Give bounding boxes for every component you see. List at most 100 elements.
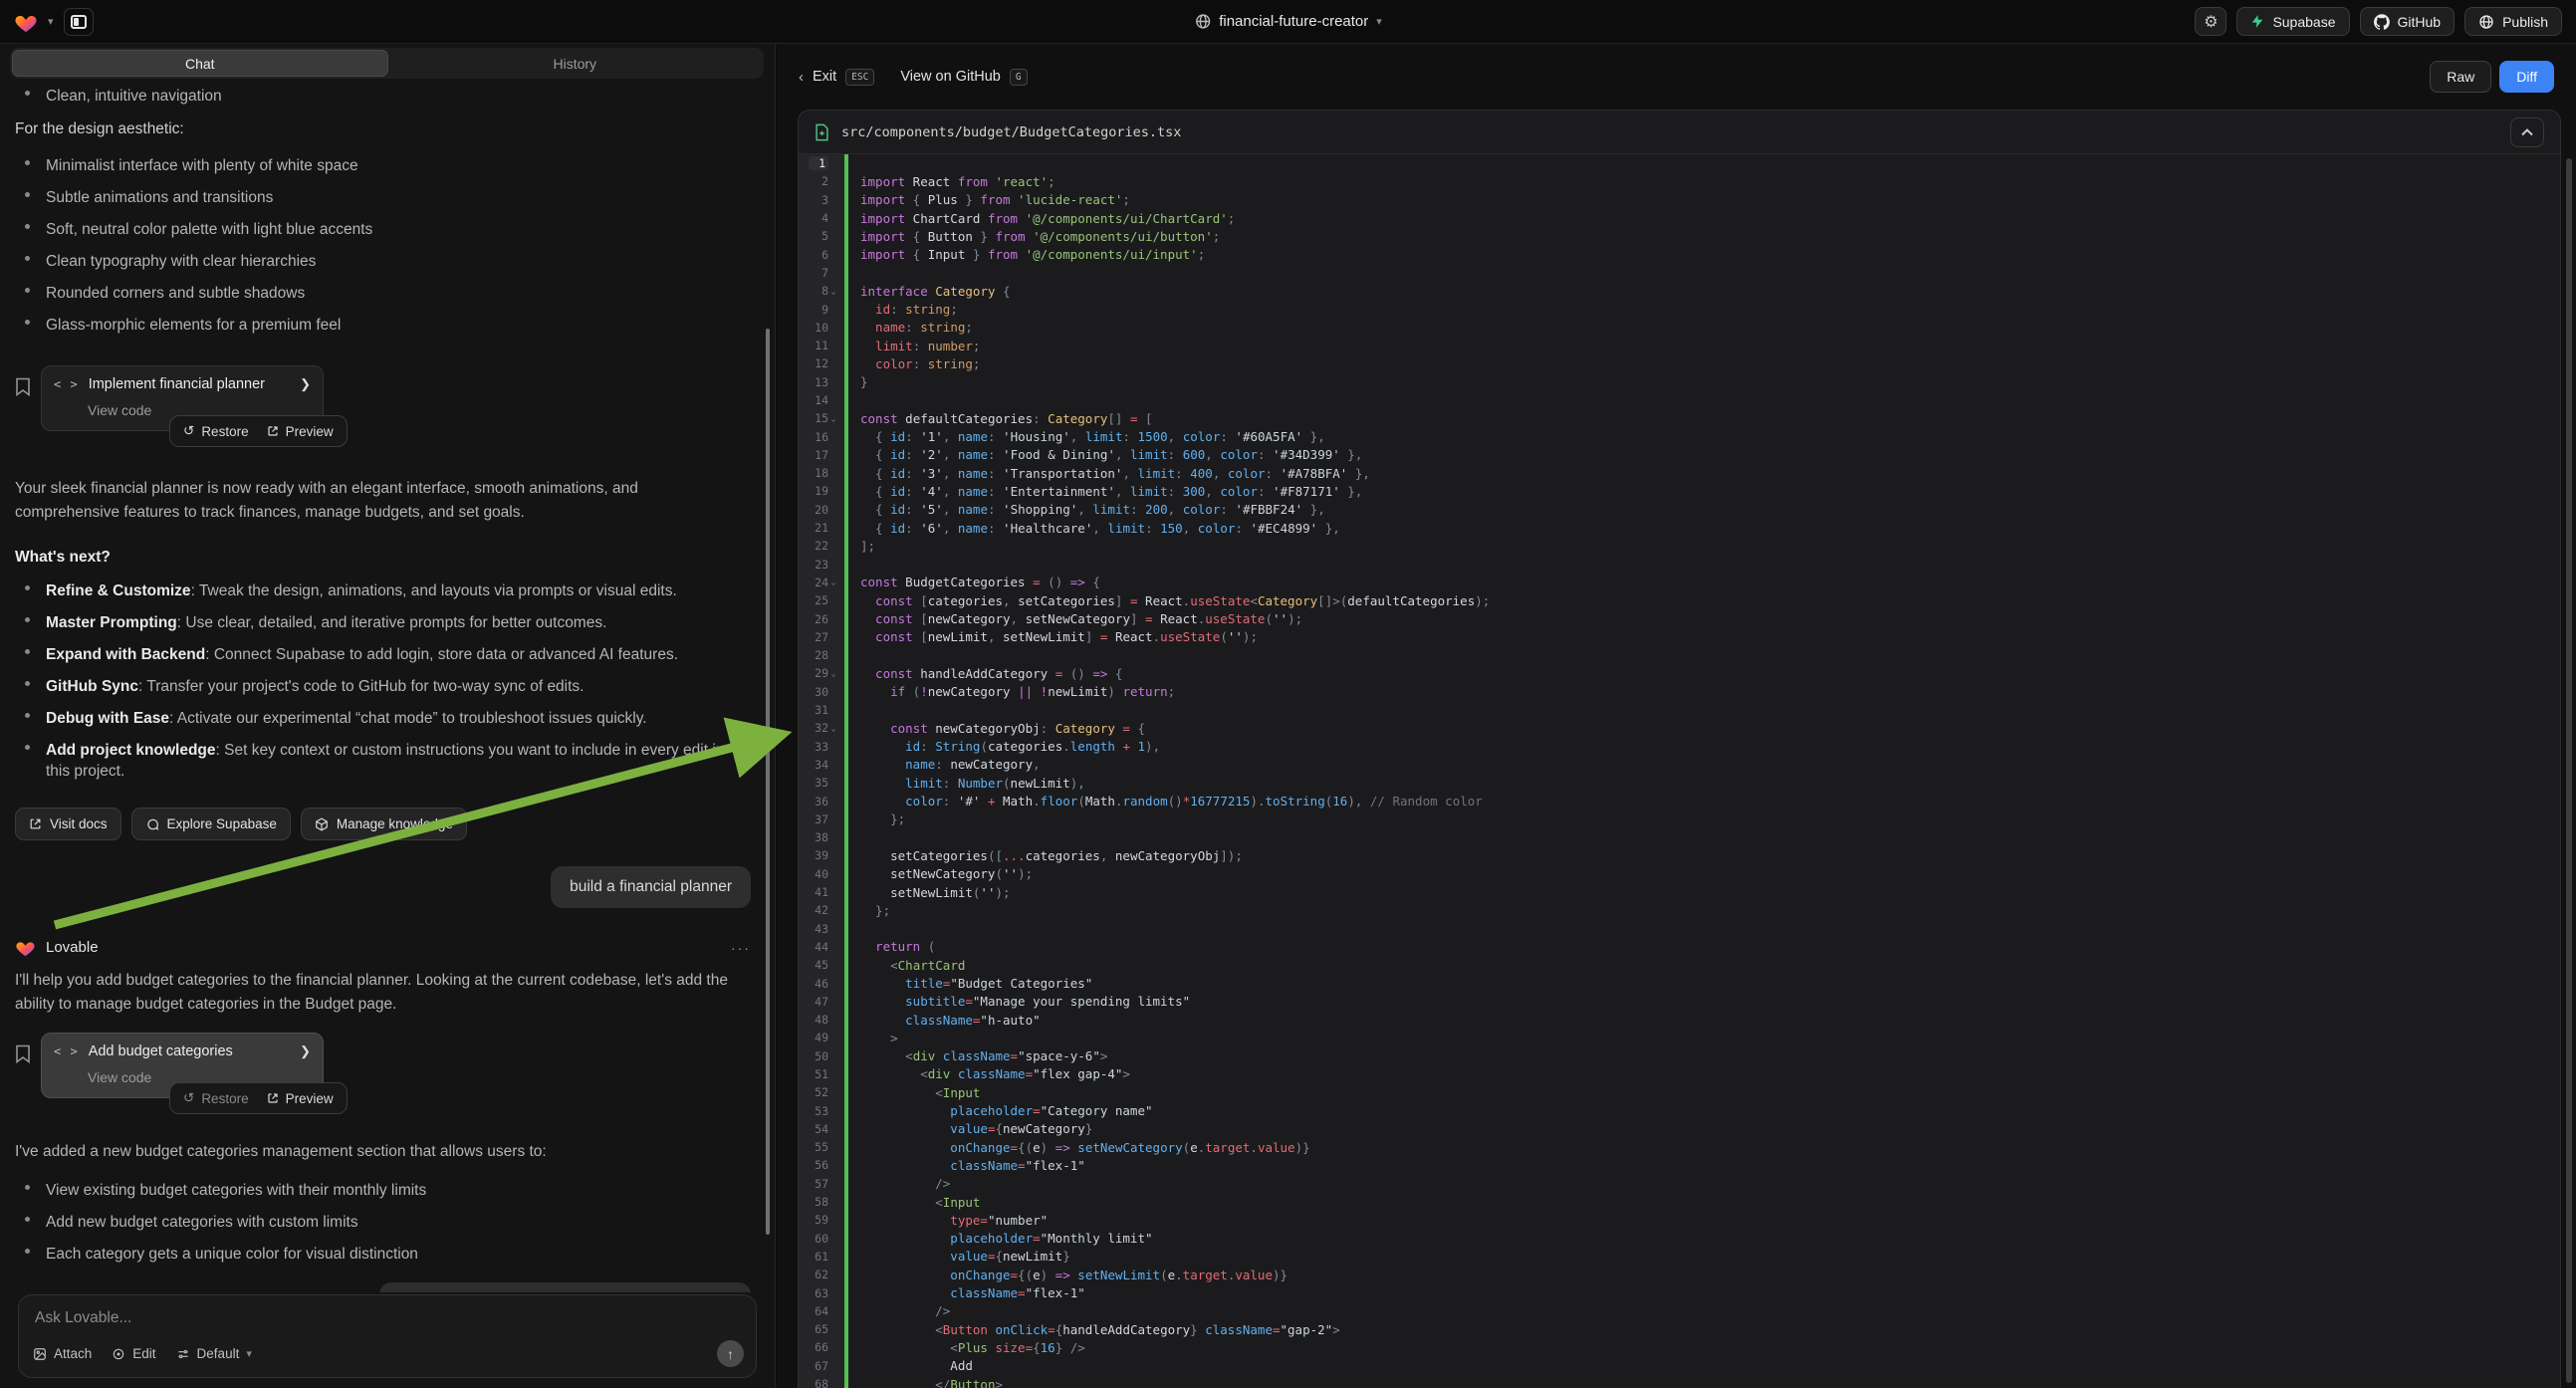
code-line[interactable]: 68 </Button>	[799, 1375, 2560, 1388]
code-line[interactable]: 39 setCategories([...categories, newCate…	[799, 846, 2560, 864]
project-switcher[interactable]: financial-future-creator ▾	[1194, 13, 1382, 30]
code-line[interactable]: 48 className="h-auto"	[799, 1011, 2560, 1029]
code-line[interactable]: 23	[799, 556, 2560, 574]
code-line[interactable]: 32⌄ const newCategoryObj: Category = {	[799, 719, 2560, 737]
github-button[interactable]: GitHub	[2360, 7, 2456, 36]
code-line[interactable]: 40 setNewCategory('');	[799, 865, 2560, 883]
code-line[interactable]: 9 id: string;	[799, 300, 2560, 318]
lovable-logo-heart-icon[interactable]	[14, 11, 38, 33]
code-line[interactable]: 27 const [newLimit, setNewLimit] = React…	[799, 628, 2560, 646]
code-editor-body[interactable]: 12import React from 'react';3import { Pl…	[799, 154, 2560, 1388]
code-line[interactable]: 54 value={newCategory}	[799, 1120, 2560, 1138]
sidebar-toggle-button[interactable]	[64, 8, 94, 36]
code-line[interactable]: 57 />	[799, 1175, 2560, 1193]
code-line[interactable]: 10 name: string;	[799, 319, 2560, 337]
chat-scrollbar[interactable]	[766, 329, 770, 1235]
settings-button[interactable]: ⚙	[2195, 7, 2226, 36]
code-line[interactable]: 28	[799, 646, 2560, 664]
code-line[interactable]: 25 const [categories, setCategories] = R…	[799, 591, 2560, 609]
restore-button[interactable]: ↺Restore	[183, 423, 249, 439]
bookmark-icon[interactable]	[15, 377, 31, 396]
tab-history[interactable]: History	[388, 50, 763, 77]
raw-toggle-button[interactable]: Raw	[2430, 61, 2491, 93]
chat-message-list[interactable]: Clean, intuitive navigation For the desi…	[0, 44, 775, 1292]
code-line[interactable]: 41 setNewLimit('');	[799, 883, 2560, 901]
preview-button[interactable]: Preview	[267, 1091, 334, 1106]
code-line[interactable]: 36 color: '#' + Math.floor(Math.random()…	[799, 792, 2560, 810]
exit-button[interactable]: ‹ Exit ESC	[799, 69, 874, 86]
code-line[interactable]: 44 return (	[799, 938, 2560, 956]
code-line[interactable]: 63 className="flex-1"	[799, 1283, 2560, 1301]
model-selector[interactable]: Default ▾	[176, 1346, 252, 1361]
code-line[interactable]: 35 limit: Number(newLimit),	[799, 774, 2560, 792]
code-line[interactable]: 52 <Input	[799, 1083, 2560, 1101]
code-line[interactable]: 19 { id: '4', name: 'Entertainment', lim…	[799, 482, 2560, 500]
code-line[interactable]: 3import { Plus } from 'lucide-react';	[799, 191, 2560, 209]
view-on-github-button[interactable]: View on GitHub G	[900, 69, 1027, 86]
file-path-bar[interactable]: src/components/budget/BudgetCategories.t…	[799, 111, 2560, 154]
code-line[interactable]: 18 { id: '3', name: 'Transportation', li…	[799, 464, 2560, 482]
code-line[interactable]: 51 <div className="flex gap-4">	[799, 1065, 2560, 1083]
code-line[interactable]: 30 if (!newCategory || !newLimit) return…	[799, 683, 2560, 701]
logo-chevron-down-icon[interactable]: ▾	[48, 15, 54, 28]
code-line[interactable]: 43	[799, 919, 2560, 937]
code-line[interactable]: 33 id: String(categories.length + 1),	[799, 738, 2560, 756]
code-line[interactable]: 61 value={newLimit}	[799, 1248, 2560, 1266]
code-line[interactable]: 6import { Input } from '@/components/ui/…	[799, 245, 2560, 263]
code-line[interactable]: 45 <ChartCard	[799, 956, 2560, 974]
code-line[interactable]: 8⌄interface Category {	[799, 282, 2560, 300]
code-line[interactable]: 49 >	[799, 1029, 2560, 1046]
code-line[interactable]: 26 const [newCategory, setNewCategory] =…	[799, 609, 2560, 627]
code-line[interactable]: 55 onChange={(e) => setNewCategory(e.tar…	[799, 1138, 2560, 1156]
supabase-button[interactable]: Supabase	[2236, 7, 2349, 36]
code-line[interactable]: 1	[799, 154, 2560, 172]
code-line[interactable]: 16 { id: '1', name: 'Housing', limit: 15…	[799, 427, 2560, 445]
code-line[interactable]: 56 className="flex-1"	[799, 1156, 2560, 1174]
code-line[interactable]: 59 type="number"	[799, 1211, 2560, 1229]
message-menu-button[interactable]: ···	[731, 940, 751, 956]
preview-button[interactable]: Preview	[267, 424, 334, 439]
chat-composer[interactable]: Ask Lovable... Attach Edit Default ▾ ↑	[18, 1294, 757, 1378]
code-line[interactable]: 2import React from 'react';	[799, 172, 2560, 190]
diff-toggle-button[interactable]: Diff	[2499, 61, 2554, 93]
manage-knowledge-button[interactable]: Manage knowledge	[301, 808, 467, 840]
code-line[interactable]: 64 />	[799, 1302, 2560, 1320]
code-line[interactable]: 50 <div className="space-y-6">	[799, 1047, 2560, 1065]
code-line[interactable]: 14	[799, 391, 2560, 409]
code-line[interactable]: 66 <Plus size={16} />	[799, 1338, 2560, 1356]
version-card-implement-financial-planner[interactable]: < > Implement financial planner ❯ View c…	[41, 365, 324, 431]
collapse-file-button[interactable]	[2510, 117, 2544, 147]
code-line[interactable]: 42 };	[799, 901, 2560, 919]
code-line[interactable]: 65 <Button onClick={handleAddCategory} c…	[799, 1320, 2560, 1338]
tab-chat[interactable]: Chat	[12, 50, 388, 77]
code-line[interactable]: 22];	[799, 537, 2560, 555]
restore-button[interactable]: ↺Restore	[183, 1090, 249, 1106]
code-line[interactable]: 17 { id: '2', name: 'Food & Dining', lim…	[799, 446, 2560, 464]
code-line[interactable]: 37 };	[799, 810, 2560, 828]
code-scrollbar[interactable]	[2566, 158, 2572, 1383]
code-line[interactable]: 7	[799, 264, 2560, 282]
code-line[interactable]: 31	[799, 701, 2560, 719]
code-line[interactable]: 5import { Button } from '@/components/ui…	[799, 227, 2560, 245]
code-line[interactable]: 58 <Input	[799, 1193, 2560, 1211]
bookmark-icon[interactable]	[15, 1044, 31, 1063]
attach-button[interactable]: Attach	[33, 1346, 92, 1361]
code-line[interactable]: 67 Add	[799, 1357, 2560, 1375]
code-line[interactable]: 60 placeholder="Monthly limit"	[799, 1230, 2560, 1248]
publish-button[interactable]: Publish	[2464, 7, 2562, 36]
edit-mode-button[interactable]: Edit	[112, 1346, 155, 1361]
code-line[interactable]: 53 placeholder="Category name"	[799, 1101, 2560, 1119]
code-line[interactable]: 13}	[799, 373, 2560, 391]
version-card-add-budget-categories[interactable]: < > Add budget categories ❯ View code ↺R…	[41, 1033, 324, 1098]
composer-placeholder[interactable]: Ask Lovable...	[35, 1309, 740, 1327]
code-line[interactable]: 62 onChange={(e) => setNewLimit(e.target…	[799, 1266, 2560, 1283]
code-line[interactable]: 11 limit: number;	[799, 337, 2560, 354]
code-line[interactable]: 38	[799, 828, 2560, 846]
code-line[interactable]: 24⌄const BudgetCategories = () => {	[799, 574, 2560, 591]
code-line[interactable]: 34 name: newCategory,	[799, 756, 2560, 774]
code-line[interactable]: 47 subtitle="Manage your spending limits…	[799, 993, 2560, 1011]
code-line[interactable]: 20 { id: '5', name: 'Shopping', limit: 2…	[799, 501, 2560, 519]
code-line[interactable]: 46 title="Budget Categories"	[799, 974, 2560, 992]
code-line[interactable]: 29⌄ const handleAddCategory = () => {	[799, 664, 2560, 682]
explore-supabase-button[interactable]: Explore Supabase	[131, 808, 291, 840]
